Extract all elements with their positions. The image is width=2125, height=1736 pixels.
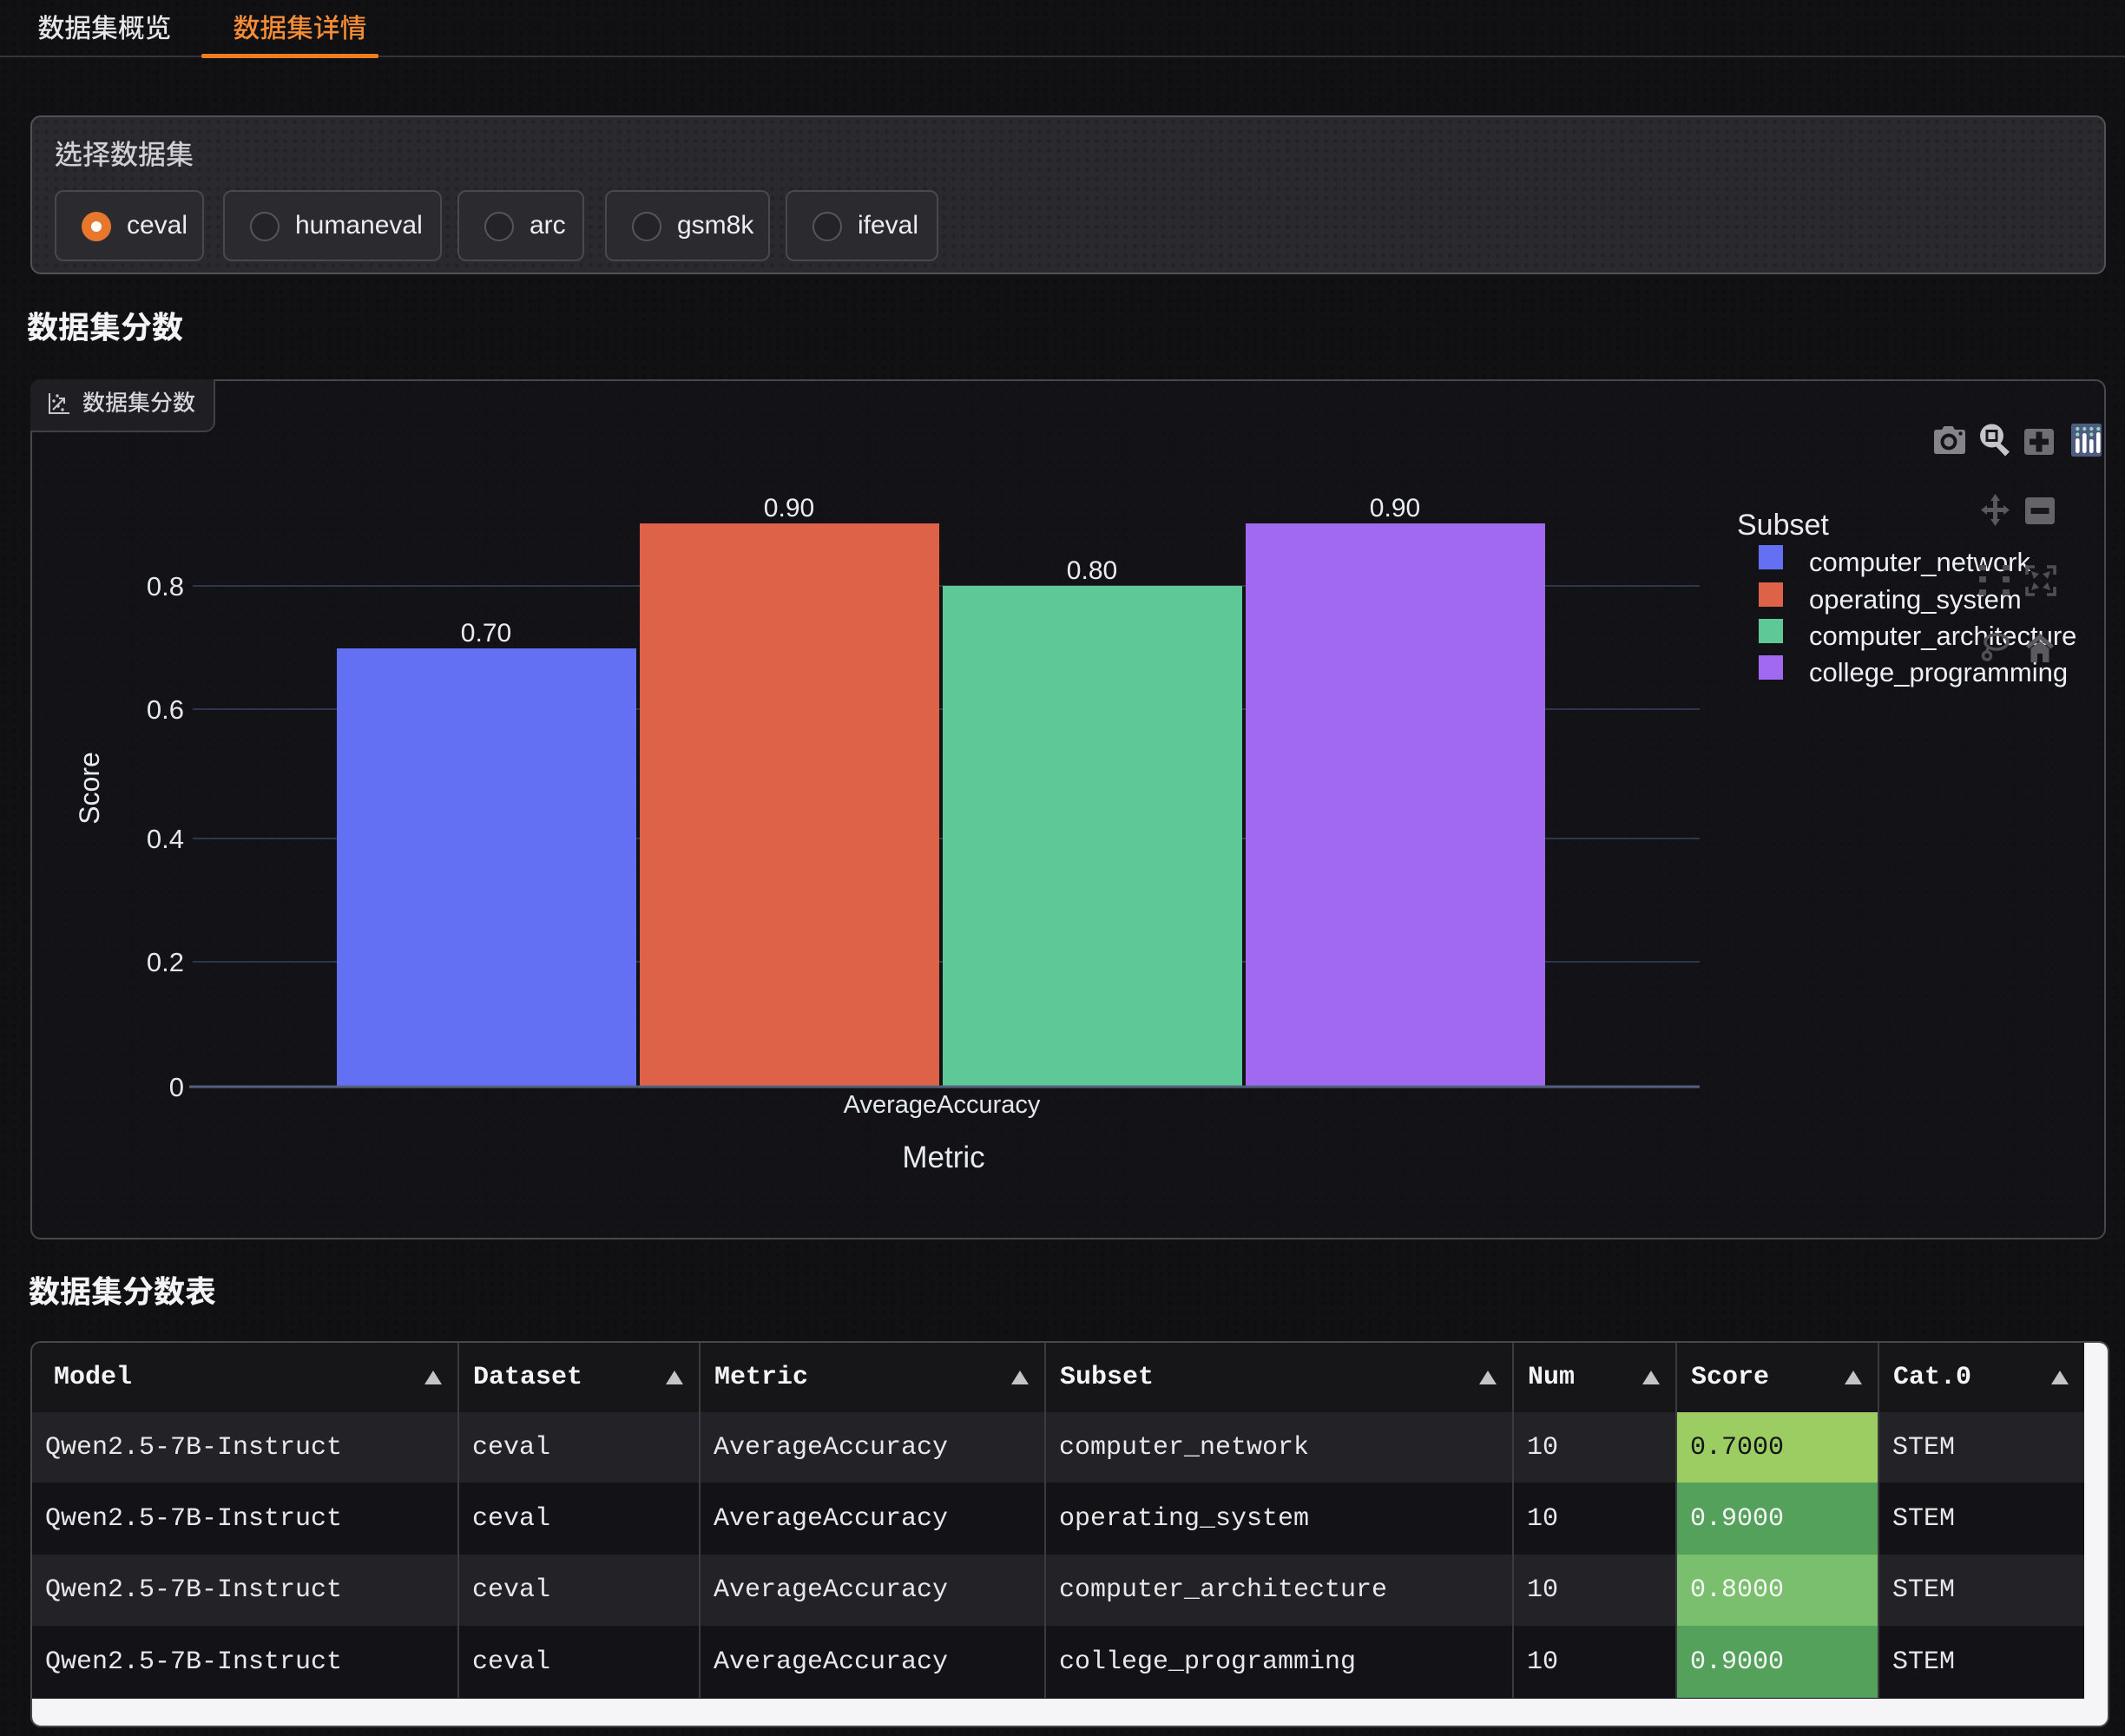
svg-text:AverageAccuracy: AverageAccuracy <box>844 1091 1041 1119</box>
svg-text:Subset: Subset <box>1737 509 1829 542</box>
svg-text:0.70: 0.70 <box>461 619 511 648</box>
svg-text:0.2: 0.2 <box>147 947 184 977</box>
svg-text:0.90: 0.90 <box>1370 494 1420 523</box>
svg-text:0.4: 0.4 <box>147 824 184 854</box>
svg-text:0.8: 0.8 <box>147 571 184 602</box>
svg-text:Metric: Metric <box>902 1141 984 1174</box>
svg-text:0.80: 0.80 <box>1067 556 1117 585</box>
svg-text:Score: Score <box>74 752 105 825</box>
svg-text:0: 0 <box>169 1072 184 1102</box>
svg-text:0.90: 0.90 <box>764 494 814 523</box>
svg-text:0.6: 0.6 <box>147 694 184 725</box>
